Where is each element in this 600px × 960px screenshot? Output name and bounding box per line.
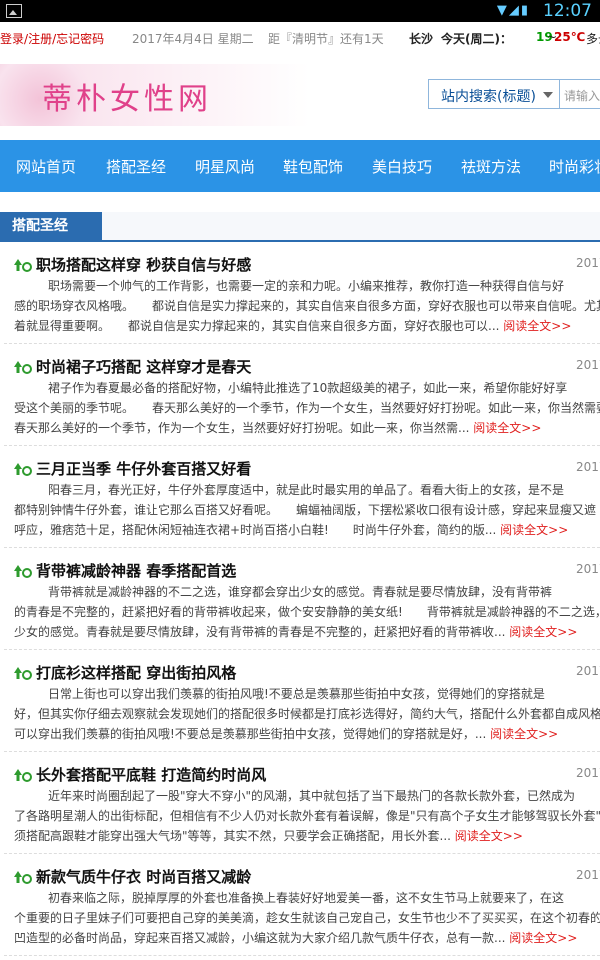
article-summary: 近年来时尚圈刮起了一股"穿大不穿小"的风潮，其中就包括了当下最热门的各款长款外套… [14,786,600,846]
summary-line: 近年来时尚圈刮起了一股"穿大不穿小"的风潮，其中就包括了当下最热门的各款长款外套… [48,789,576,803]
nav-item-home[interactable]: 网站首页 [16,156,76,177]
list-item: 长外套搭配平底鞋 打造简约时尚风 2017 近年来时尚圈刮起了一股"穿大不穿小"… [0,752,600,854]
site-header: 蒂朴女性网 站内搜索(标题) 请输入 [0,52,600,140]
summary-line: 职场需要一个帅气的工作背影，也需要一定的亲和力呢。小编来推荐，教你打造一种获得自… [48,279,565,293]
read-more-link[interactable]: 阅读全文>> [500,523,568,537]
article-date: 2017 [576,256,600,270]
article-date: 2017 [576,664,600,678]
search-scope-label: 站内搜索(标题) [441,89,536,105]
read-more-link[interactable]: 阅读全文>> [509,625,577,639]
summary-line: 少女的感觉。青春就是要尽情放肆，没有背带裤的青春是不完整的，赶紧把好看的背带裤收… [14,625,506,639]
article-title[interactable]: 打底衫这样搭配 穿出街拍风格 [36,662,236,683]
summary-line: 的青春是不完整的，赶紧把好看的背带裤收起来，做个安安静静的美女纸! 背带裤就是减… [14,605,600,619]
summary-line: 呼应，雅痞范十足，搭配休闲短袖连衣裙+时尚百搭小白鞋! 时尚牛仔外套，简约的版.… [14,523,497,537]
read-more-link[interactable]: 阅读全文>> [490,727,558,741]
weather-city[interactable]: 长沙 [409,30,433,47]
top-info-bar: 登录/注册/忘记密码 2017年4月4日 星期二 距『清明节』还有1天 长沙 今… [0,22,600,52]
read-more-link[interactable]: 阅读全文>> [503,319,571,333]
summary-line: 阳春三月，春光正好，牛仔外套厚度适中，就是此时最实用的单品了。看看大街上的女孩，… [48,483,565,497]
article-title[interactable]: 长外套搭配平底鞋 打造简约时尚风 [36,764,266,785]
summary-line: 都特别钟情牛仔外套，谁让它那么百搭又好看呢。 蝙蝠袖阔版，下摆松紧收口很有设计感… [14,503,597,517]
summary-line: 背带裤就是减龄神器的不二之选，谁穿都会穿出少女的感觉。青春就是要尽情放肆，没有背… [48,585,553,599]
article-date: 2017 [576,460,600,474]
list-item: 打底衫这样搭配 穿出街拍风格 2017 日常上街也可以穿出我们羡慕的街拍风哦!不… [0,650,600,752]
summary-line: 日常上街也可以穿出我们羡慕的街拍风哦!不要总是羡慕那些街拍中女孩，觉得她们的穿搭… [48,687,545,701]
status-bar: ▼◢▮ 12:07 [0,0,600,22]
nav-item-accessories[interactable]: 鞋包配饰 [283,156,343,177]
article-summary: 日常上街也可以穿出我们羡慕的街拍风哦!不要总是羡慕那些街拍中女孩，觉得她们的穿搭… [14,684,600,744]
summary-line: 感的职场穿衣风格哦。 都说自信是实力撑起来的，其实自信来自很多方面，穿好衣服也可… [14,299,600,313]
search-input[interactable]: 请输入 [560,79,600,109]
article-title[interactable]: 背带裤减龄神器 春季搭配首选 [36,560,236,581]
read-more-link[interactable]: 阅读全文>> [473,421,541,435]
list-item: 职场搭配这样穿 秒获自信与好感 2017 职场需要一个帅气的工作背影，也需要一定… [0,242,600,344]
site-logo[interactable]: 蒂朴女性网 [0,64,310,126]
status-clock: 12:07 [543,1,592,21]
article-date: 2017 [576,562,600,576]
summary-line: 须搭配高跟鞋才能穿出强大气场"等等，其实不然，只要学会正确搭配，用长外套... [14,829,451,843]
article-summary: 职场需要一个帅气的工作背影，也需要一定的亲和力呢。小编来推荐，教你打造一种获得自… [14,276,600,336]
article-summary: 初春来临之际，脱掉厚厚的外套也准备换上春装好好地爱美一番，这不女生节马上就要来了… [14,888,600,948]
forgot-password-link[interactable]: 忘记密码 [56,32,104,46]
main-nav: 网站首页 搭配圣经 明星风尚 鞋包配饰 美白技巧 祛斑方法 时尚彩妆 [0,140,600,192]
up-arrow-icon [14,769,32,782]
summary-line: 可以穿出我们羡慕的街拍风哦!不要总是羡慕那些街拍中女孩，觉得她们的穿搭就是好，.… [14,727,487,741]
summary-line: 好，但其实你仔细去观察就会发现她们的搭配很多时候都是打底衫选得好，简约大气，搭配… [14,707,600,721]
weather-condition: 多云 [586,32,600,46]
summary-line: 受这个美丽的季节呢。 春天那么美好的一个季节，作为一个女生，当然要好好打扮呢。如… [14,401,600,415]
logo-text: 蒂朴女性网 [42,82,212,117]
summary-line: 个重要的日子里妹子们可要把自己穿的美美滴，趁女生就该自己宠自己，女生节也少不了买… [14,911,600,925]
article-title[interactable]: 职场搭配这样穿 秒获自信与好感 [36,254,251,275]
nav-item-celebrity[interactable]: 明星风尚 [195,156,255,177]
holiday-countdown: 距『清明节』还有1天 [268,32,384,46]
summary-line: 着就显得重要啊。 都说自信是实力撑起来的，其实自信来自很多方面，穿好衣服也可以.… [14,319,500,333]
login-link[interactable]: 登录 [0,32,24,46]
weather-day: 今天(周二)： [441,32,512,46]
up-arrow-icon [14,871,32,884]
read-more-link[interactable]: 阅读全文>> [455,829,523,843]
account-links: 登录/注册/忘记密码 [0,30,104,47]
article-date: 2017 [576,358,600,372]
summary-line: 初春来临之际，脱掉厚厚的外套也准备换上春装好好地爱美一番，这不女生节马上就要来了… [48,891,565,905]
summary-line: 春天那么美好的一个季节，作为一个女生，当然要好好打扮呢。如此一来，你当然需... [14,421,470,435]
article-date: 2017 [576,868,600,882]
article-summary: 裙子作为春夏最必备的搭配好物，小编特此推选了10款超级美的裙子，如此一来，希望你… [14,378,600,438]
chevron-down-icon [543,92,553,98]
up-arrow-icon [14,667,32,680]
summary-line: 凹造型的必备时尚品，穿起来百搭又减龄，小编这就为大家介绍几款气质牛仔衣，总有一款… [14,931,506,945]
article-summary: 阳春三月，春光正好，牛仔外套厚度适中，就是此时最实用的单品了。看看大街上的女孩，… [14,480,600,540]
article-summary: 背带裤就是减龄神器的不二之选，谁穿都会穿出少女的感觉。青春就是要尽情放肆，没有背… [14,582,600,642]
list-item: 背带裤减龄神器 春季搭配首选 2017 背带裤就是减龄神器的不二之选，谁穿都会穿… [0,548,600,650]
up-arrow-icon [14,463,32,476]
article-title[interactable]: 三月正当季 牛仔外套百搭又好看 [36,458,251,479]
section-header: 搭配圣经 [0,212,600,242]
nav-item-freckle[interactable]: 祛斑方法 [461,156,521,177]
nav-item-makeup[interactable]: 时尚彩妆 [549,156,600,177]
current-date: 2017年4月4日 星期二 [132,32,254,46]
read-more-link[interactable]: 阅读全文>> [509,931,577,945]
article-title[interactable]: 时尚裙子巧搭配 这样穿才是春天 [36,356,251,377]
divider [4,955,600,956]
register-link[interactable]: 注册 [28,32,52,46]
nav-item-outfits[interactable]: 搭配圣经 [106,156,166,177]
image-notification-icon [6,4,22,18]
article-title[interactable]: 新款气质牛仔衣 时尚百搭又减龄 [36,866,251,887]
list-item: 时尚裙子巧搭配 这样穿才是春天 2017 裙子作为春夏最必备的搭配好物，小编特此… [0,344,600,446]
search-scope-select[interactable]: 站内搜索(标题) [428,79,560,109]
section-title[interactable]: 搭配圣经 [0,212,102,240]
list-item: 三月正当季 牛仔外套百搭又好看 2017 阳春三月，春光正好，牛仔外套厚度适中，… [0,446,600,548]
summary-line: 裙子作为春夏最必备的搭配好物，小编特此推选了10款超级美的裙子，如此一来，希望你… [48,381,568,395]
temp-high: 25℃ [554,30,586,44]
signal-battery-icons: ▼◢▮ [496,3,530,18]
up-arrow-icon [14,259,32,272]
up-arrow-icon [14,361,32,374]
article-date: 2017 [576,766,600,780]
nav-item-whitening[interactable]: 美白技巧 [372,156,432,177]
summary-line: 了各路明星潮人的出街标配，但相信有不少人仍对长款外套有着误解，像是"只有高个子女… [14,809,600,823]
list-item: 新款气质牛仔衣 时尚百搭又减龄 2017 初春来临之际，脱掉厚厚的外套也准备换上… [0,854,600,956]
up-arrow-icon [14,565,32,578]
